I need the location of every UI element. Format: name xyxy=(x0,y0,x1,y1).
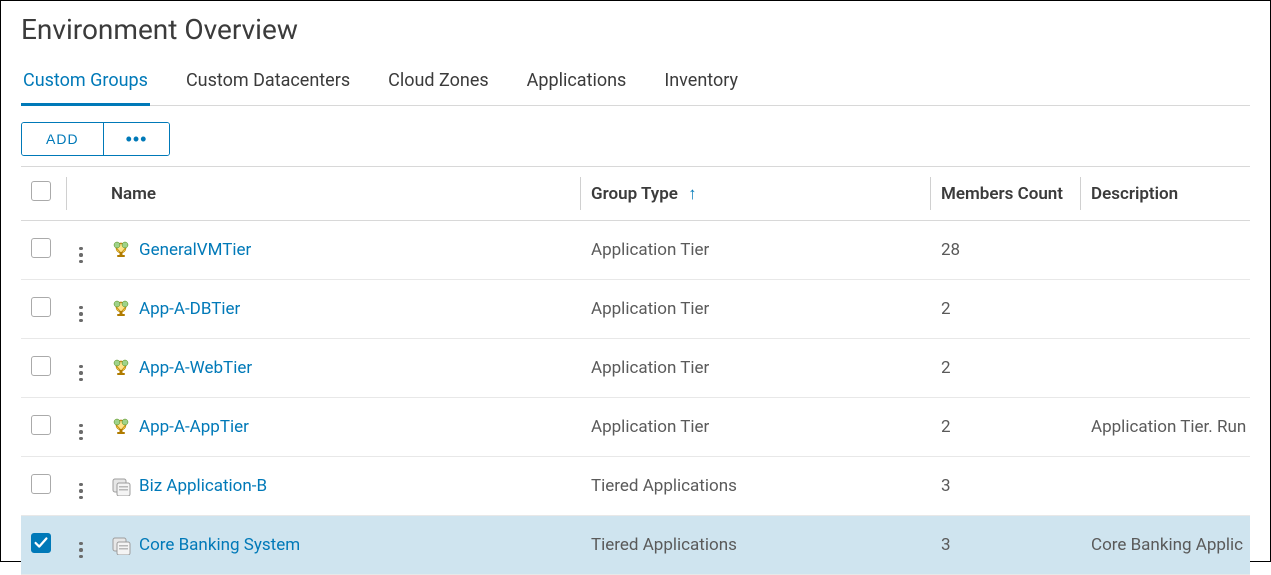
tabs: Custom Groups Custom Datacenters Cloud Z… xyxy=(21,64,1250,106)
group-type-cell: Application Tier xyxy=(581,398,931,457)
group-name-link[interactable]: App-A-AppTier xyxy=(139,417,249,437)
tier-icon xyxy=(111,417,131,437)
group-name-link[interactable]: Biz Application-B xyxy=(139,476,267,496)
members-count-cell: 3 xyxy=(931,516,1081,575)
table-row: GeneralVMTier Application Tier28 xyxy=(21,221,1250,280)
tier-icon xyxy=(111,240,131,260)
members-count-cell: 2 xyxy=(931,339,1081,398)
group-type-cell: Application Tier xyxy=(581,339,931,398)
tab-inventory[interactable]: Inventory xyxy=(662,64,740,106)
column-header-group-type[interactable]: Group Type ↑ xyxy=(581,167,931,221)
select-all-checkbox[interactable] xyxy=(31,181,51,201)
description-cell xyxy=(1081,280,1250,339)
row-checkbox[interactable] xyxy=(31,533,51,553)
column-header-description[interactable]: Description xyxy=(1081,167,1250,221)
table-row: App-A-AppTier Application Tier2Applicatio… xyxy=(21,398,1250,457)
toolbar: ADD ••• xyxy=(21,122,1250,156)
description-cell: Application Tier. Run xyxy=(1081,398,1250,457)
row-checkbox[interactable] xyxy=(31,356,51,376)
row-checkbox[interactable] xyxy=(31,474,51,494)
description-cell: Core Banking Applic xyxy=(1081,516,1250,575)
group-type-cell: Application Tier xyxy=(581,221,931,280)
group-type-cell: Application Tier xyxy=(581,280,931,339)
row-actions-menu[interactable] xyxy=(77,363,85,384)
members-count-cell: 28 xyxy=(931,221,1081,280)
sort-ascending-icon: ↑ xyxy=(688,184,697,204)
group-name-link[interactable]: App-A-DBTier xyxy=(139,299,240,319)
page-title: Environment Overview xyxy=(21,13,1250,46)
add-button[interactable]: ADD xyxy=(22,123,103,155)
description-cell xyxy=(1081,457,1250,516)
row-actions-menu[interactable] xyxy=(77,304,85,325)
tier-icon xyxy=(111,358,131,378)
members-count-cell: 2 xyxy=(931,280,1081,339)
table-row: App-A-DBTier Application Tier2 xyxy=(21,280,1250,339)
application-icon xyxy=(111,535,131,555)
table-row: Biz Application-B Tiered Applications3 xyxy=(21,457,1250,516)
table-row: App-A-WebTier Application Tier2 xyxy=(21,339,1250,398)
table-row: Core Banking System Tiered Applications3C… xyxy=(21,516,1250,575)
group-name-link[interactable]: Core Banking System xyxy=(139,535,300,555)
row-checkbox[interactable] xyxy=(31,415,51,435)
groups-table: Name Group Type ↑ Members Count Descript… xyxy=(21,167,1250,575)
tier-icon xyxy=(111,299,131,319)
group-type-cell: Tiered Applications xyxy=(581,516,931,575)
row-checkbox[interactable] xyxy=(31,297,51,317)
row-actions-menu[interactable] xyxy=(77,481,85,502)
application-icon xyxy=(111,476,131,496)
tab-applications[interactable]: Applications xyxy=(525,64,629,106)
tab-custom-datacenters[interactable]: Custom Datacenters xyxy=(184,64,352,106)
column-header-members-count[interactable]: Members Count xyxy=(931,167,1081,221)
row-actions-menu[interactable] xyxy=(77,540,85,561)
row-actions-menu[interactable] xyxy=(77,245,85,266)
group-name-link[interactable]: GeneralVMTier xyxy=(139,240,251,260)
description-cell xyxy=(1081,221,1250,280)
members-count-cell: 3 xyxy=(931,457,1081,516)
group-type-cell: Tiered Applications xyxy=(581,457,931,516)
more-actions-button[interactable]: ••• xyxy=(103,123,170,155)
row-actions-menu[interactable] xyxy=(77,422,85,443)
row-checkbox[interactable] xyxy=(31,238,51,258)
tab-custom-groups[interactable]: Custom Groups xyxy=(21,64,150,106)
tab-cloud-zones[interactable]: Cloud Zones xyxy=(386,64,491,106)
column-header-name[interactable]: Name xyxy=(101,167,581,221)
group-name-link[interactable]: App-A-WebTier xyxy=(139,358,252,378)
members-count-cell: 2 xyxy=(931,398,1081,457)
description-cell xyxy=(1081,339,1250,398)
